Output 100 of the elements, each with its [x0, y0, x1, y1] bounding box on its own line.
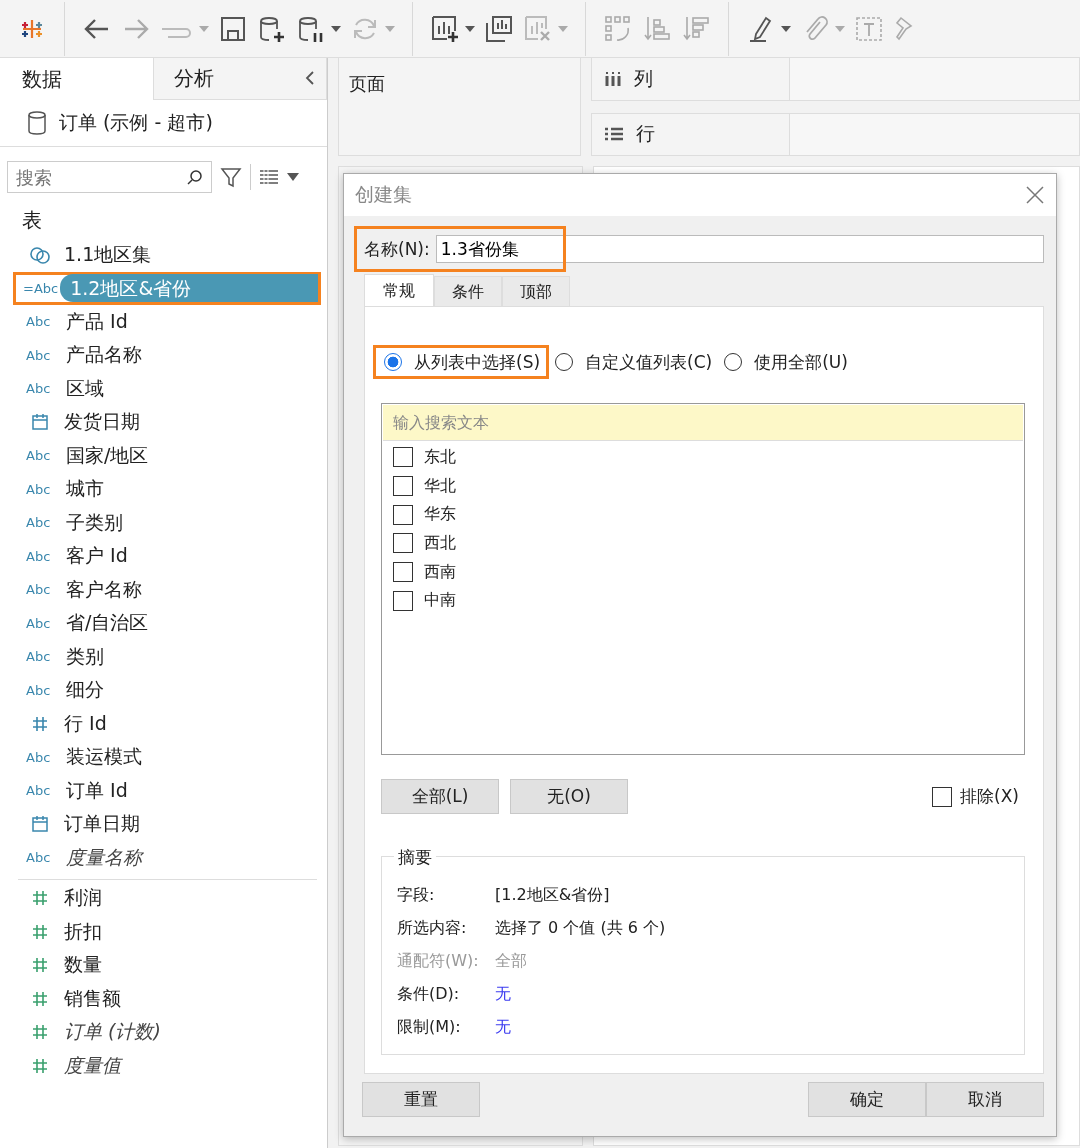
field-item[interactable]: 订单 (计数) — [64, 1019, 161, 1046]
caret-icon[interactable] — [465, 25, 475, 32]
duplicate-chart-icon[interactable] — [484, 13, 514, 44]
field-item[interactable]: 子类别 — [66, 509, 123, 536]
string-field-icon: Abc — [26, 649, 56, 665]
sidebar-tab[interactable]: 数据 — [0, 58, 154, 100]
filter-icon[interactable] — [220, 166, 242, 188]
field-item[interactable]: 订单日期 — [64, 811, 140, 838]
field-item[interactable]: 销售额 — [64, 985, 121, 1012]
exclude-option[interactable]: 排除(X) — [932, 785, 1025, 808]
caret-icon[interactable] — [287, 173, 299, 181]
field-item[interactable]: 客户名称 — [66, 576, 142, 603]
rows-icon — [604, 126, 624, 143]
close-icon[interactable] — [1026, 186, 1044, 204]
field-item[interactable]: 国家/地区 — [66, 442, 149, 469]
list-button[interactable]: 无(O) — [510, 779, 628, 814]
list-item[interactable]: 西北 — [383, 529, 1023, 558]
field-item[interactable]: 行 Id — [64, 710, 107, 737]
shelf-label: 行 — [636, 121, 655, 147]
group-title: 摘要 — [394, 846, 436, 869]
shelf-label: 列 — [634, 65, 653, 91]
radio-button[interactable] — [384, 353, 402, 371]
list-item[interactable]: 中南 — [383, 586, 1023, 616]
summary-value: 选择了 0 个值 (共 6 个) — [495, 918, 666, 939]
summary-label: 通配符(W): — [397, 951, 480, 972]
new-chart-icon[interactable] — [430, 13, 460, 44]
string-field-icon: Abc — [26, 615, 56, 631]
field-item[interactable]: 利润 — [64, 885, 102, 912]
checkbox[interactable] — [932, 786, 953, 807]
summary-value: 全部 — [495, 951, 527, 972]
name-label: 名称(N): — [364, 237, 430, 261]
columns-icon — [604, 70, 622, 87]
string-field-icon: Abc — [26, 347, 56, 363]
radio-option[interactable]: 自定义值列表(C) — [547, 345, 719, 379]
dialog-tab[interactable]: 条件 — [434, 276, 502, 306]
name-field[interactable]: 1.3省份集 — [435, 235, 1044, 263]
dialog-button[interactable]: 重置 — [362, 1082, 480, 1117]
checkbox[interactable] — [393, 447, 413, 468]
list-item[interactable]: 华北 — [383, 471, 1023, 501]
list-item[interactable]: 西南 — [383, 557, 1023, 587]
checkbox[interactable] — [393, 476, 413, 497]
string-field-icon: Abc — [26, 682, 56, 698]
caret-icon[interactable] — [331, 25, 341, 32]
dialog-button[interactable]: 取消 — [926, 1082, 1044, 1117]
dialog-button[interactable]: 确定 — [808, 1082, 926, 1117]
list-item[interactable]: 东北 — [383, 443, 1023, 472]
checkbox[interactable] — [393, 504, 413, 525]
field-item[interactable]: 区域 — [66, 375, 104, 402]
radio-option[interactable]: 使用全部(U) — [716, 345, 854, 379]
list-item[interactable]: 华东 — [383, 500, 1023, 530]
list-button[interactable]: 全部(L) — [381, 779, 499, 814]
search-field[interactable]: 搜索 — [7, 161, 212, 193]
field-item[interactable]: 省/自治区 — [66, 610, 149, 637]
string-field-icon: Abc — [26, 850, 56, 866]
checkbox[interactable] — [393, 533, 413, 554]
string-field-icon: Abc — [26, 381, 56, 397]
dialog-title: 创建集 — [355, 182, 412, 207]
field-item[interactable]: 城市 — [66, 476, 104, 503]
summary-label: 条件(D): — [397, 984, 461, 1005]
sidebar-tab[interactable]: 分析 — [154, 58, 327, 100]
dialog-tab[interactable]: 常规 — [364, 274, 434, 306]
string-field-icon: Abc — [26, 548, 56, 564]
string-field-icon: Abc — [26, 448, 56, 464]
list-view-icon[interactable] — [259, 169, 279, 185]
field-item[interactable]: 度量值 — [64, 1052, 121, 1079]
string-field-icon: Abc — [26, 783, 56, 799]
field-item[interactable]: 发货日期 — [64, 409, 140, 436]
field-item[interactable]: 数量 — [64, 952, 102, 979]
shelf-label: 页面 — [349, 73, 385, 94]
database-icon — [27, 111, 47, 135]
string-field-icon: Abc — [26, 749, 56, 765]
field-item[interactable]: 订单 Id — [66, 777, 128, 804]
string-field-icon: Abc — [26, 481, 56, 497]
summary-label: 字段: — [397, 885, 436, 906]
summary-link[interactable]: 无 — [495, 1017, 511, 1038]
caret-icon[interactable] — [781, 25, 791, 32]
field-item[interactable]: 客户 Id — [66, 543, 128, 570]
checkbox[interactable] — [393, 562, 413, 583]
string-field-icon: Abc — [26, 515, 56, 531]
summary-label: 限制(M): — [397, 1017, 462, 1038]
collapse-chevron-icon[interactable] — [305, 70, 315, 86]
field-item[interactable]: 1.1地区集 — [64, 241, 152, 268]
summary-value: [1.2地区&省份] — [495, 885, 610, 906]
field-item[interactable]: 类别 — [66, 643, 104, 670]
radio-option[interactable]: 从列表中选择(S) — [373, 345, 550, 379]
calculated-field-icon: =Abc — [23, 280, 59, 296]
field-item[interactable]: 细分 — [66, 677, 104, 704]
data-source-name[interactable]: 订单 (示例 - 超市) — [59, 110, 213, 136]
field-item[interactable]: 折扣 — [64, 918, 102, 945]
field-item[interactable]: 度量名称 — [66, 844, 142, 871]
list-search-field[interactable]: 输入搜索文本 — [383, 405, 1023, 441]
summary-link[interactable]: 无 — [495, 984, 511, 1005]
field-item[interactable]: 产品名称 — [66, 342, 142, 369]
dialog-tab[interactable]: 顶部 — [502, 276, 570, 306]
checkbox[interactable] — [393, 590, 413, 611]
string-field-icon: Abc — [26, 314, 56, 330]
summary-label: 所选内容: — [397, 918, 468, 939]
field-item[interactable]: 产品 Id — [66, 308, 128, 335]
field-item[interactable]: 装运模式 — [66, 744, 142, 771]
string-field-icon: Abc — [26, 582, 56, 598]
